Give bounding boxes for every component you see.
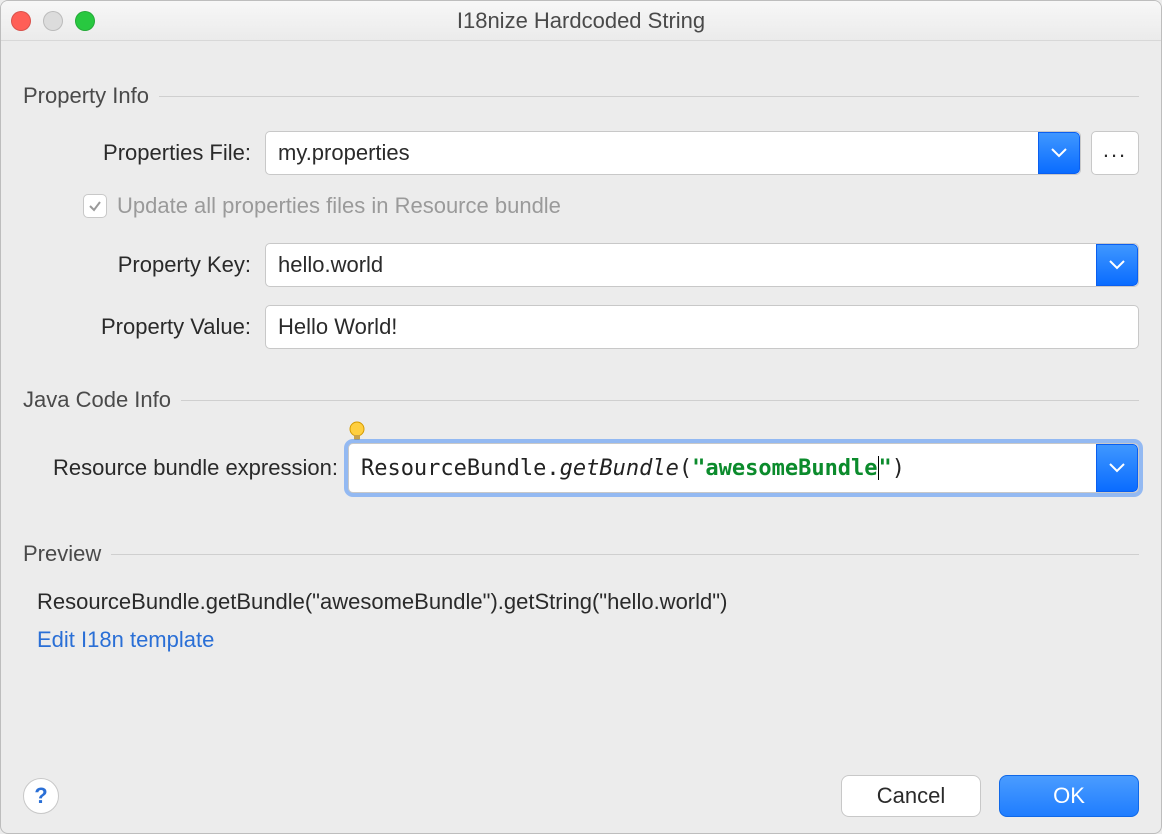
cancel-button[interactable]: Cancel [841,775,981,817]
divider [159,96,1139,97]
window-title: I18nize Hardcoded String [1,8,1161,34]
chevron-down-icon[interactable] [1096,244,1138,286]
divider [111,554,1139,555]
expr-part: getBundle [560,456,679,481]
titlebar: I18nize Hardcoded String [1,1,1161,41]
properties-file-label: Properties File: [23,140,265,166]
property-value-text: Hello World! [278,314,397,340]
window-controls [11,11,95,31]
properties-file-value: my.properties [278,140,1068,166]
expr-part: ( [679,456,692,481]
section-preview: Preview [23,541,1139,567]
section-label: Preview [23,541,111,567]
property-key-value: hello.world [278,252,1126,278]
zoom-icon[interactable] [75,11,95,31]
dialog-window: I18nize Hardcoded String Property Info P… [0,0,1162,834]
update-all-checkbox[interactable] [83,194,107,218]
resource-bundle-expression-input[interactable]: ResourceBundle.getBundle("awesomeBundle"… [348,443,1139,493]
properties-file-combo[interactable]: my.properties [265,131,1081,175]
section-label: Java Code Info [23,387,181,413]
help-button[interactable]: ? [23,778,59,814]
minimize-icon [43,11,63,31]
property-key-label: Property Key: [23,252,265,278]
expr-string: awesomeBundle [705,456,877,481]
section-java-code-info: Java Code Info [23,387,1139,413]
update-all-label: Update all properties files in Resource … [117,193,561,219]
close-icon[interactable] [11,11,31,31]
section-label: Property Info [23,83,159,109]
expr-part: ) [892,456,905,481]
resource-bundle-expression-label: Resource bundle expression: [53,455,338,481]
preview-text: ResourceBundle.getBundle("awesomeBundle"… [37,589,1139,615]
expr-part: " [692,456,705,481]
browse-button[interactable]: ... [1091,131,1139,175]
property-value-input[interactable]: Hello World! [265,305,1139,349]
ok-button[interactable]: OK [999,775,1139,817]
edit-i18n-template-link[interactable]: Edit I18n template [37,627,214,653]
chevron-down-icon[interactable] [1096,444,1138,492]
property-key-combo[interactable]: hello.world [265,243,1139,287]
expr-part: " [879,456,892,481]
expr-part: ResourceBundle. [361,456,560,481]
property-value-label: Property Value: [23,314,265,340]
lightbulb-icon[interactable] [346,421,368,443]
divider [181,400,1139,401]
chevron-down-icon[interactable] [1038,132,1080,174]
section-property-info: Property Info [23,83,1139,109]
